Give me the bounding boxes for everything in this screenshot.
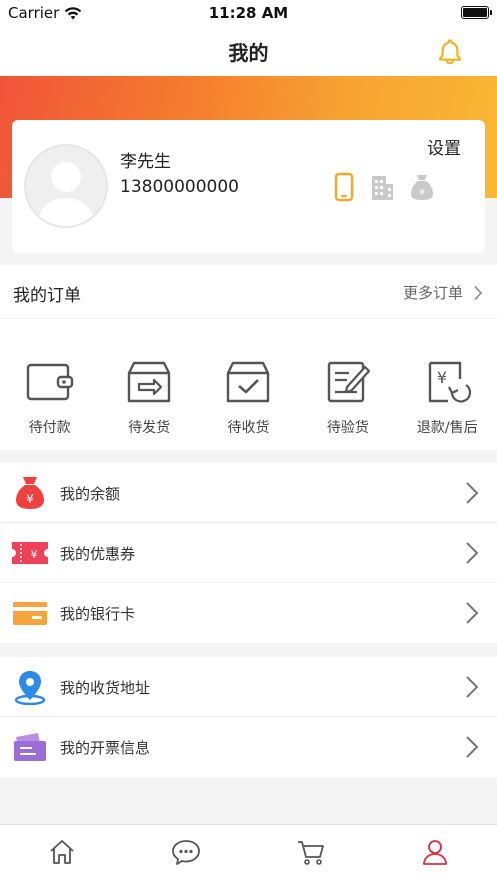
chevron-right-icon (474, 285, 483, 300)
user-phone: 13800000000 (120, 177, 239, 197)
page-title: 我的 (228, 41, 269, 65)
tab-cart[interactable] (249, 825, 373, 883)
address-row[interactable]: 我的收货地址 (0, 657, 497, 717)
svg-text:¥: ¥ (437, 368, 447, 387)
order-pending-shipment[interactable]: 待发货 (99, 319, 198, 450)
order-item-label: 待发货 (128, 420, 171, 436)
invoice-row[interactable]: 我的开票信息 (0, 717, 497, 777)
finance-list: ¥ 我的余额 ¥ 我的优惠券 我的银行卡 (0, 463, 497, 643)
refund-icon: ¥ (429, 361, 472, 403)
default-avatar-icon (38, 162, 94, 226)
svg-text:¥: ¥ (419, 188, 425, 198)
order-status-row: 待付款 待发货 待收货 待验货 ¥ 退款/售后 (0, 319, 497, 450)
profile-card[interactable]: 李先生 13800000000 设置 ¥ (12, 120, 485, 253)
chevron-right-icon (466, 602, 479, 624)
order-pending-inspection[interactable]: 待验货 (298, 319, 397, 450)
order-header: 我的订单 更多订单 (0, 265, 497, 319)
invoice-icon (14, 733, 46, 761)
tab-messages[interactable] (124, 825, 248, 883)
order-refund-aftersale[interactable]: ¥ 退款/售后 (398, 319, 497, 450)
home-icon (50, 840, 74, 864)
list-item-label: 我的银行卡 (60, 605, 136, 623)
coupon-icon: ¥ (12, 542, 48, 564)
user-icon (422, 840, 447, 865)
battery-icon (461, 6, 492, 19)
coupon-row[interactable]: ¥ 我的优惠券 (0, 523, 497, 583)
order-item-label: 退款/售后 (416, 420, 478, 436)
location-pin-icon (14, 671, 46, 705)
chevron-right-icon (466, 482, 479, 504)
order-pending-receipt[interactable]: 待收货 (199, 319, 298, 450)
document-edit-icon (327, 361, 370, 403)
settings-link[interactable]: 设置 (427, 134, 461, 159)
user-name: 李先生 (120, 152, 171, 172)
balance-row[interactable]: ¥ 我的余额 (0, 463, 497, 523)
nav-bar: 我的 (0, 26, 497, 76)
list-item-label: 我的余额 (60, 485, 121, 503)
money-bag-icon: ¥ (16, 477, 44, 509)
chat-icon (172, 840, 201, 865)
status-bar: Carrier 11:28 AM (0, 0, 497, 26)
verification-icons: ¥ (332, 172, 436, 202)
tab-profile[interactable] (373, 825, 497, 883)
tab-bar (0, 824, 497, 883)
more-orders-label: 更多订单 (402, 284, 463, 302)
box-check-icon (227, 361, 270, 403)
list-item-label: 我的开票信息 (60, 739, 151, 757)
company-icon[interactable] (368, 172, 396, 202)
bank-card-icon (13, 602, 47, 625)
more-orders-link[interactable]: 更多订单 (403, 282, 483, 303)
list-item-label: 我的优惠券 (60, 545, 136, 563)
chevron-right-icon (466, 542, 479, 564)
cart-icon (297, 841, 324, 865)
wallet-icon (26, 363, 73, 401)
box-arrow-icon (127, 361, 171, 403)
svg-text:¥: ¥ (26, 492, 34, 506)
list-item-label: 我的收货地址 (60, 679, 151, 697)
tab-home[interactable] (0, 825, 124, 883)
bank-card-row[interactable]: 我的银行卡 (0, 583, 497, 643)
chevron-right-icon (466, 736, 479, 758)
status-time: 11:28 AM (208, 4, 289, 22)
chevron-right-icon (466, 676, 479, 698)
order-title: 我的订单 (13, 286, 81, 306)
avatar[interactable] (24, 144, 108, 228)
bell-icon[interactable] (437, 38, 463, 64)
order-item-label: 待付款 (28, 420, 71, 436)
svg-text:¥: ¥ (31, 548, 38, 561)
phone-verified-icon[interactable] (332, 172, 356, 202)
order-item-label: 待验货 (326, 420, 369, 436)
money-bag-gray-icon[interactable]: ¥ (408, 172, 436, 202)
order-pending-payment[interactable]: 待付款 (0, 319, 99, 450)
info-list: 我的收货地址 我的开票信息 (0, 657, 497, 777)
order-item-label: 待收货 (227, 420, 270, 436)
